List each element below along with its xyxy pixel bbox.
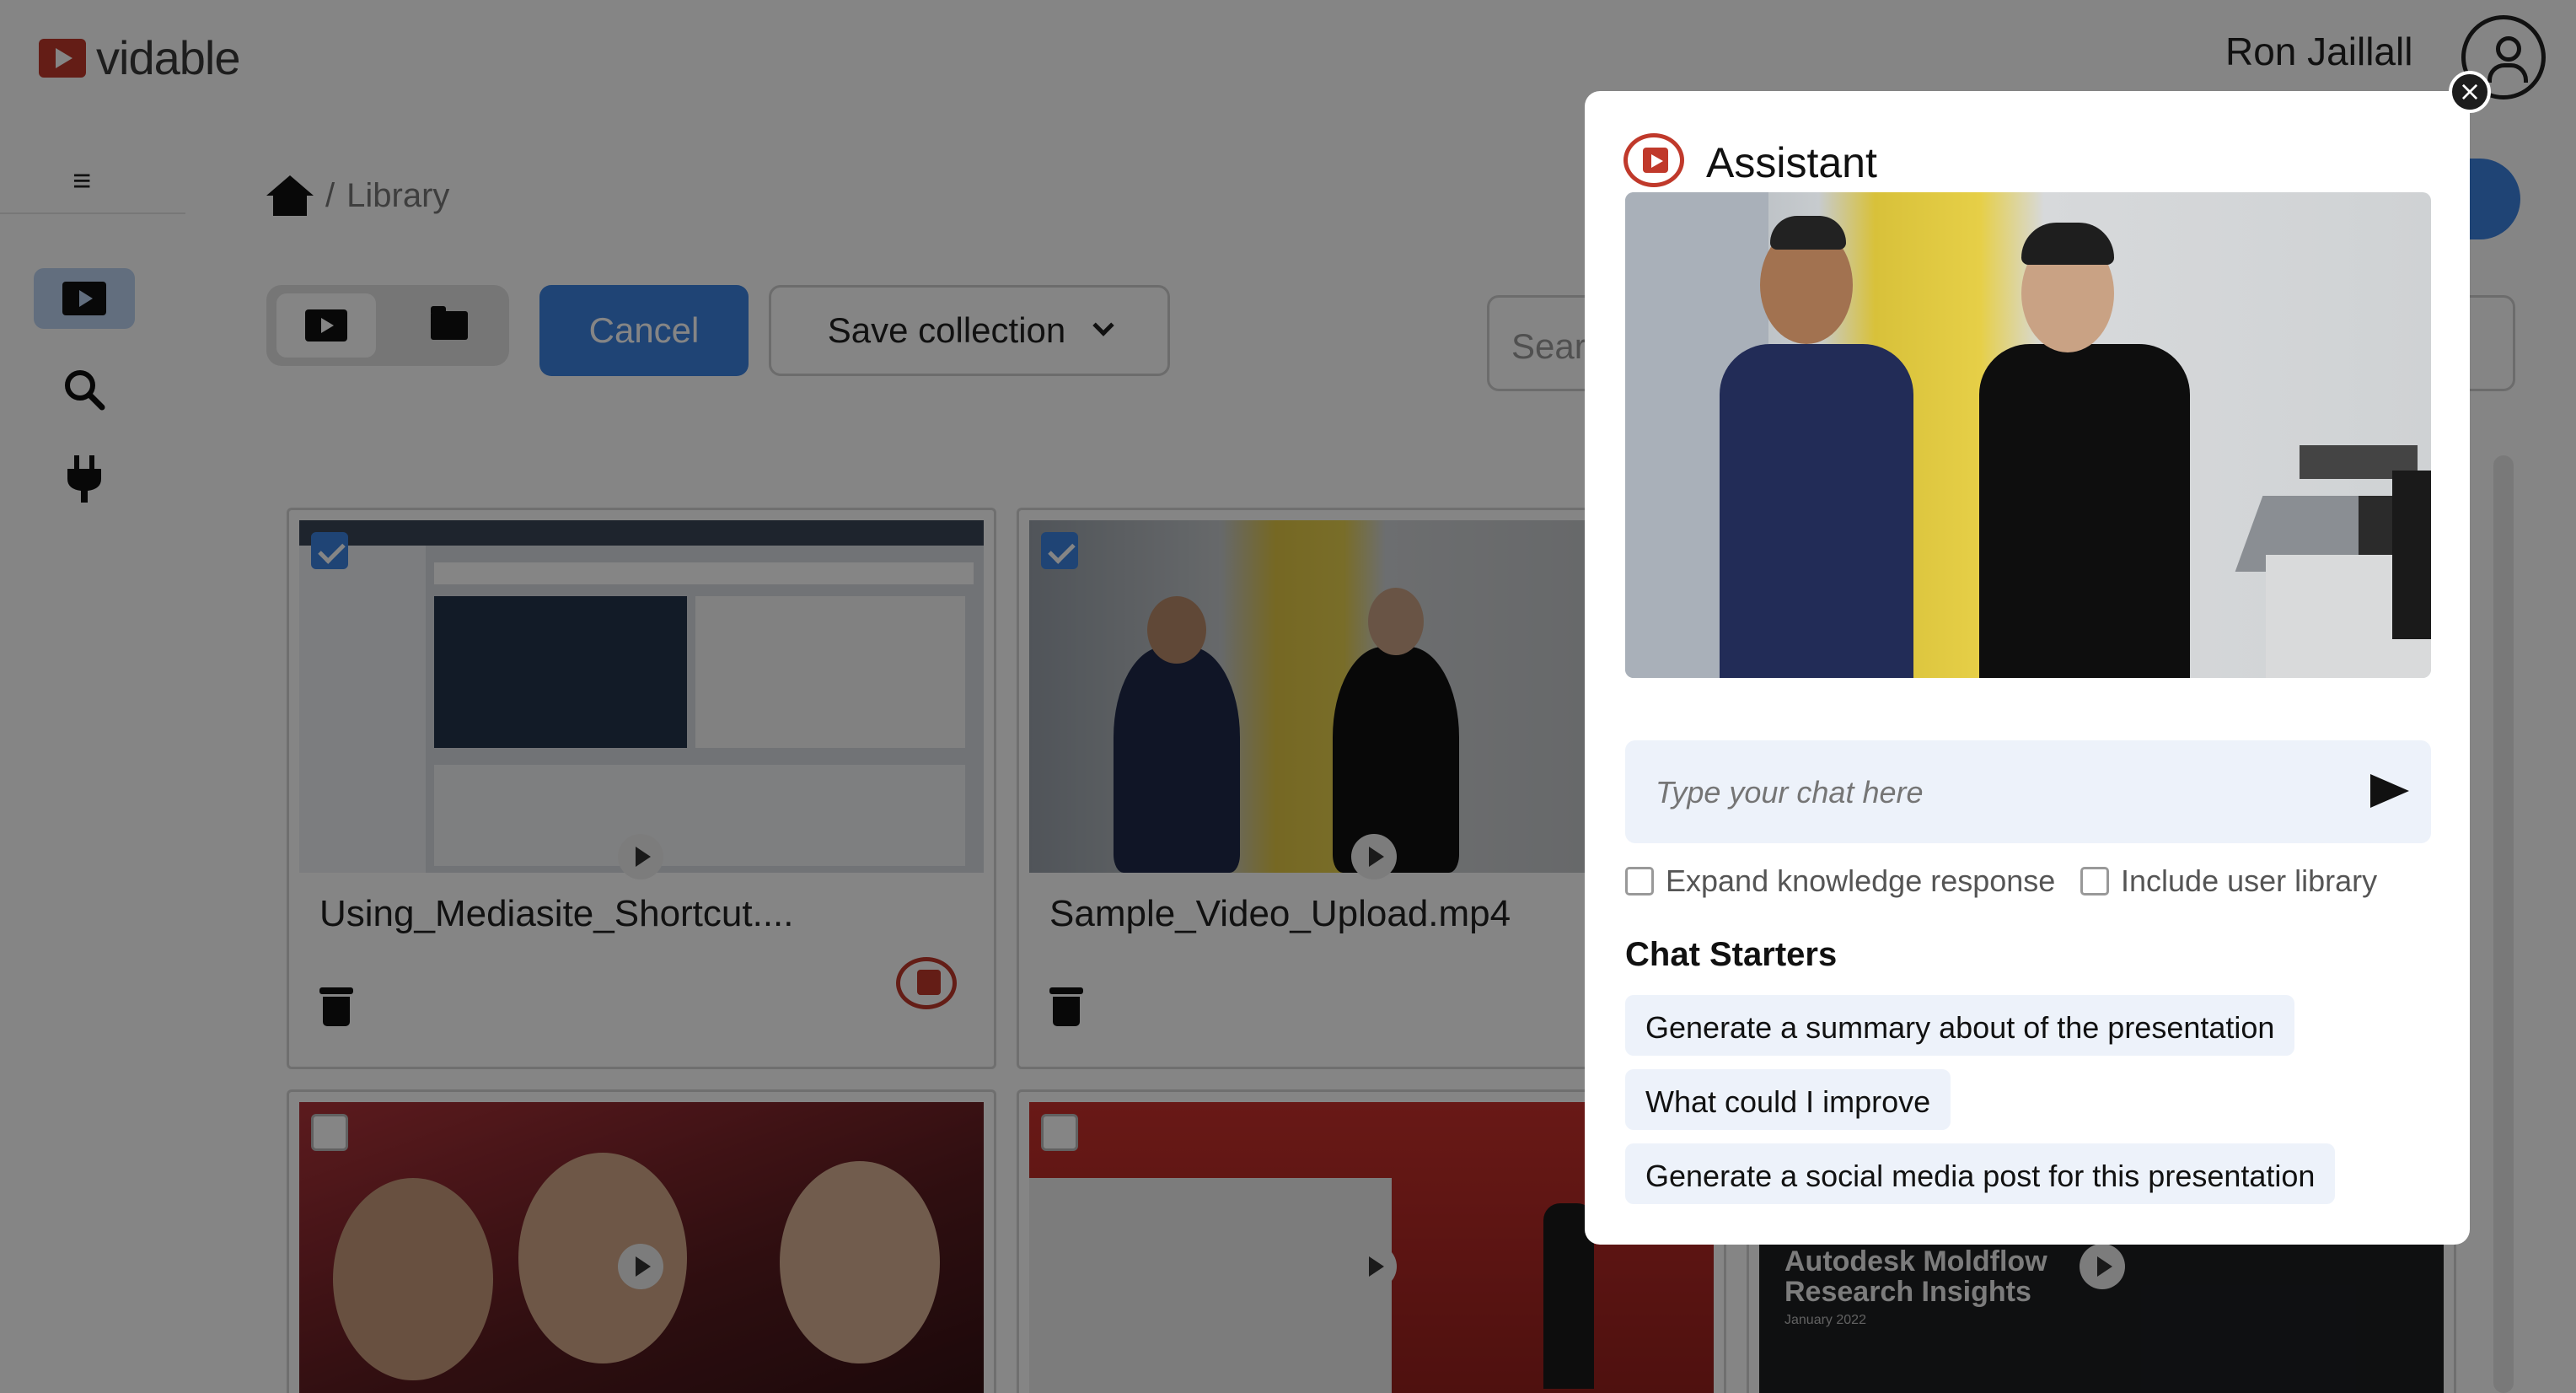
send-icon[interactable] <box>2370 774 2409 808</box>
modal-title: Assistant <box>1706 139 1877 186</box>
include-library-checkbox[interactable] <box>2080 867 2109 896</box>
video-preview[interactable] <box>1625 192 2431 678</box>
assistant-modal: Assistant Expand knowledge response Incl… <box>1585 91 2470 1245</box>
chat-starter-social-post[interactable]: Generate a social media post for this pr… <box>1625 1143 2336 1204</box>
expand-knowledge-checkbox[interactable] <box>1625 867 1654 896</box>
chat-starter-improve[interactable]: What could I improve <box>1625 1069 1951 1130</box>
chat-starters-heading: Chat Starters <box>1625 936 1838 973</box>
person-figure <box>1720 344 1913 678</box>
close-icon[interactable]: × <box>2449 71 2491 113</box>
chat-starter-summary[interactable]: Generate a summary about of the presenta… <box>1625 995 2295 1056</box>
assistant-logo-icon <box>1623 133 1684 187</box>
chat-input[interactable] <box>1656 772 2330 813</box>
include-library-option[interactable]: Include user library <box>2080 863 2377 899</box>
option-label: Expand knowledge response <box>1666 863 2056 898</box>
chat-input-container <box>1625 740 2431 843</box>
person-figure <box>1979 344 2190 678</box>
expand-knowledge-option[interactable]: Expand knowledge response <box>1625 863 2055 899</box>
option-label: Include user library <box>2121 863 2378 898</box>
